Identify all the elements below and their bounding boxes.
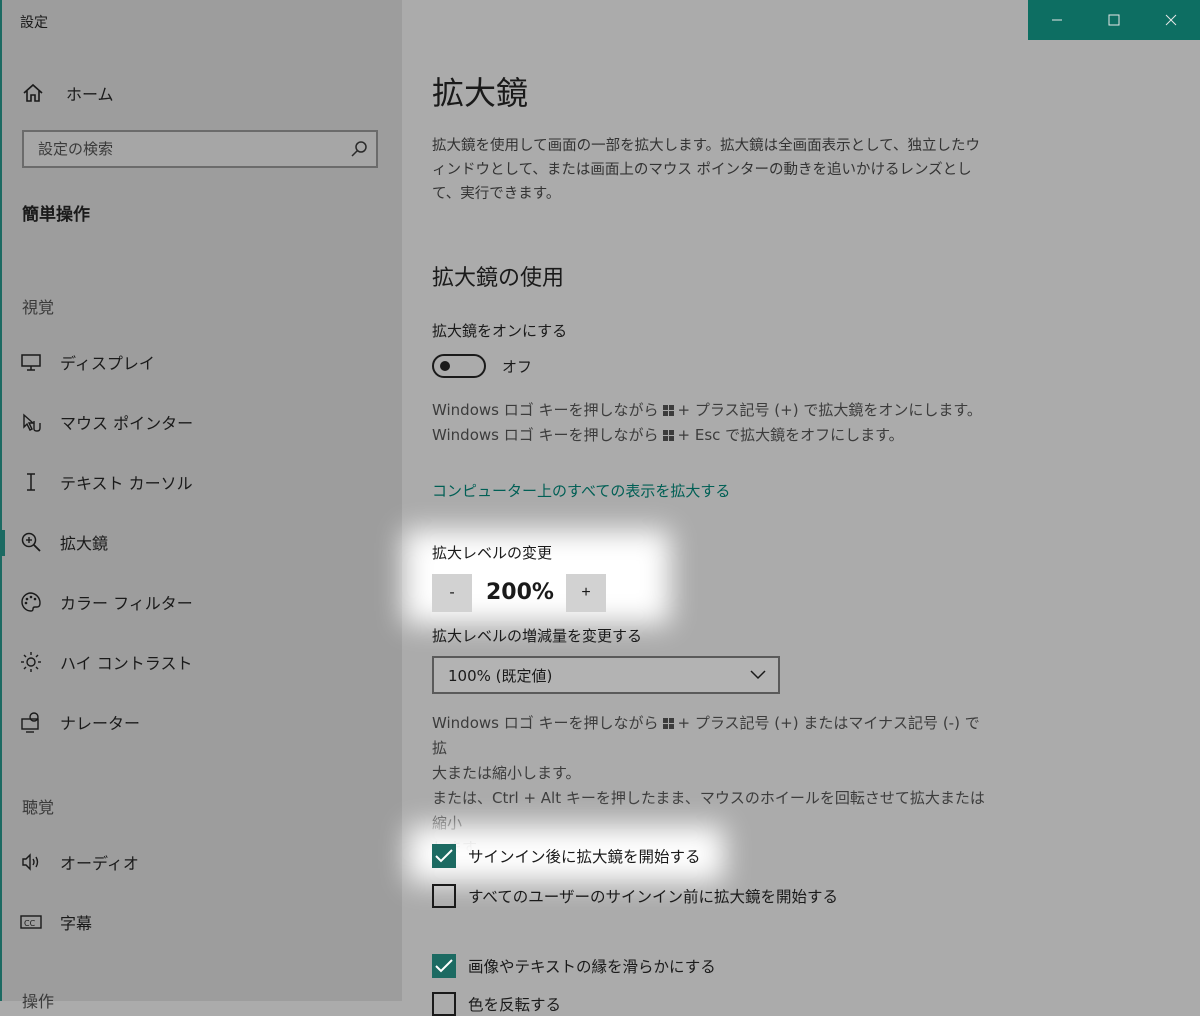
speaker-icon — [20, 851, 42, 873]
home-icon — [23, 83, 43, 102]
search-icon[interactable] — [350, 140, 368, 158]
checkbox-label: サインイン後に拡大鏡を開始する — [468, 848, 701, 866]
checkbox-checked[interactable] — [432, 954, 456, 978]
sidebar-item-label: ディスプレイ — [60, 354, 155, 373]
checkbox-checked[interactable] — [432, 844, 456, 868]
zoom-increase-button[interactable]: + — [566, 574, 606, 612]
window-controls — [1028, 0, 1200, 40]
sidebar-item-label: ハイ コントラスト — [60, 654, 193, 673]
sidebar: 設定 ホーム 簡単操作 視覚 ディスプレイ マウス ポインター テキスト カーソ… — [0, 0, 402, 1011]
checkbox-start-after-signin[interactable]: サインイン後に拡大鏡を開始する — [432, 844, 701, 868]
sidebar-item-label: オーディオ — [60, 854, 139, 873]
group-label-vision: 視覚 — [22, 298, 55, 317]
sidebar-item-mouse-pointer[interactable]: マウス ポインター — [0, 402, 400, 442]
svg-text:CC: CC — [24, 919, 36, 928]
minimize-icon — [1051, 19, 1062, 21]
checkbox-invert-colors[interactable]: 色を反転する — [432, 992, 561, 1016]
magnify-everything-link[interactable]: コンピューター上のすべての表示を拡大する — [432, 480, 730, 501]
minimize-button[interactable] — [1028, 0, 1085, 40]
windows-logo-icon — [662, 405, 674, 416]
checkbox-label: すべてのユーザーのサインイン前に拡大鏡を開始する — [468, 888, 838, 906]
checkbox-unchecked[interactable] — [432, 992, 456, 1016]
windows-logo-icon — [662, 430, 674, 441]
note-text: Windows ロゴ キーを押しながら — [432, 401, 659, 419]
increment-label: 拡大レベルの増減量を変更する — [432, 627, 643, 645]
sidebar-item-color-filter[interactable]: カラー フィルター — [0, 582, 400, 622]
magnifier-toggle[interactable] — [432, 354, 486, 378]
search-box[interactable] — [22, 130, 378, 168]
checkbox-smooth-edges[interactable]: 画像やテキストの縁を滑らかにする — [432, 954, 716, 978]
note-text: 大または縮小します。 — [432, 764, 581, 782]
chevron-down-icon — [750, 670, 766, 680]
display-icon — [20, 351, 42, 373]
zoom-level-label: 拡大レベルの変更 — [432, 544, 553, 562]
palette-icon — [20, 591, 42, 613]
sidebar-item-label: ホーム — [66, 85, 114, 104]
shortcut-note: Windows ロゴ キーを押しながら + プラス記号 (+) で拡大鏡をオンにし… — [432, 398, 982, 448]
note-text: Windows ロゴ キーを押しながら — [432, 426, 659, 444]
brightness-icon — [20, 651, 42, 673]
select-value: 100% (既定値) — [448, 666, 553, 685]
sidebar-item-narrator[interactable]: ナレーター — [0, 702, 400, 742]
zoom-decrease-button[interactable]: - — [432, 574, 472, 612]
sidebar-item-magnifier[interactable]: 拡大鏡 — [0, 522, 400, 562]
checkbox-label: 画像やテキストの縁を滑らかにする — [468, 958, 716, 976]
app-title: 設定 — [20, 15, 48, 31]
checkbox-unchecked[interactable] — [432, 884, 456, 908]
note-text: Windows ロゴ キーを押しながら — [432, 714, 659, 732]
close-icon — [1165, 14, 1176, 26]
zoom-increment-select[interactable]: 100% (既定値) — [432, 656, 780, 694]
section-title: 簡単操作 — [22, 205, 90, 225]
note-text: + プラス記号 (+) で拡大鏡をオンにします。 — [677, 401, 982, 419]
sidebar-item-label: ナレーター — [60, 714, 141, 733]
page-title: 拡大鏡 — [432, 74, 529, 112]
checkbox-start-before-signin[interactable]: すべてのユーザーのサインイン前に拡大鏡を開始する — [432, 884, 838, 908]
section-heading: 拡大鏡の使用 — [432, 266, 565, 291]
toggle-state-text: オフ — [502, 358, 533, 376]
narrator-icon — [20, 711, 42, 733]
checkbox-label: 色を反転する — [468, 996, 562, 1014]
sidebar-item-audio[interactable]: オーディオ — [0, 842, 400, 882]
toggle-knob — [440, 361, 450, 371]
group-label-hearing: 聴覚 — [22, 798, 55, 817]
maximize-button[interactable] — [1085, 0, 1142, 40]
sidebar-item-label: 字幕 — [60, 914, 93, 933]
sidebar-item-home[interactable]: ホーム — [22, 80, 114, 106]
checkmark-icon — [435, 849, 453, 863]
text-cursor-icon — [20, 471, 42, 493]
magnifier-icon — [20, 531, 42, 553]
windows-logo-icon — [662, 718, 674, 729]
toggle-label: 拡大鏡をオンにする — [432, 322, 568, 340]
note-text: + Esc で拡大鏡をオフにします。 — [677, 426, 904, 444]
sidebar-item-text-cursor[interactable]: テキスト カーソル — [0, 462, 400, 502]
group-label-interaction: 操作 — [22, 992, 55, 1011]
closed-caption-icon: CC — [20, 911, 42, 933]
sidebar-item-label: テキスト カーソル — [60, 474, 193, 493]
sidebar-item-high-contrast[interactable]: ハイ コントラスト — [0, 642, 400, 682]
mouse-pointer-icon — [20, 411, 42, 433]
sidebar-item-label: 拡大鏡 — [60, 534, 109, 553]
page-description: 拡大鏡を使用して画面の一部を拡大します。拡大鏡は全画面表示として、独立したウィン… — [432, 138, 980, 202]
sidebar-item-label: カラー フィルター — [60, 594, 193, 613]
sidebar-item-label: マウス ポインター — [60, 414, 194, 433]
zoom-level-value: 200% — [486, 580, 554, 605]
sidebar-item-captions[interactable]: CC 字幕 — [0, 902, 400, 942]
selection-indicator — [0, 530, 5, 556]
maximize-icon — [1108, 14, 1119, 26]
search-input[interactable] — [38, 140, 338, 158]
sidebar-item-display[interactable]: ディスプレイ — [0, 342, 400, 382]
checkmark-icon — [435, 959, 453, 973]
close-button[interactable] — [1142, 0, 1199, 40]
